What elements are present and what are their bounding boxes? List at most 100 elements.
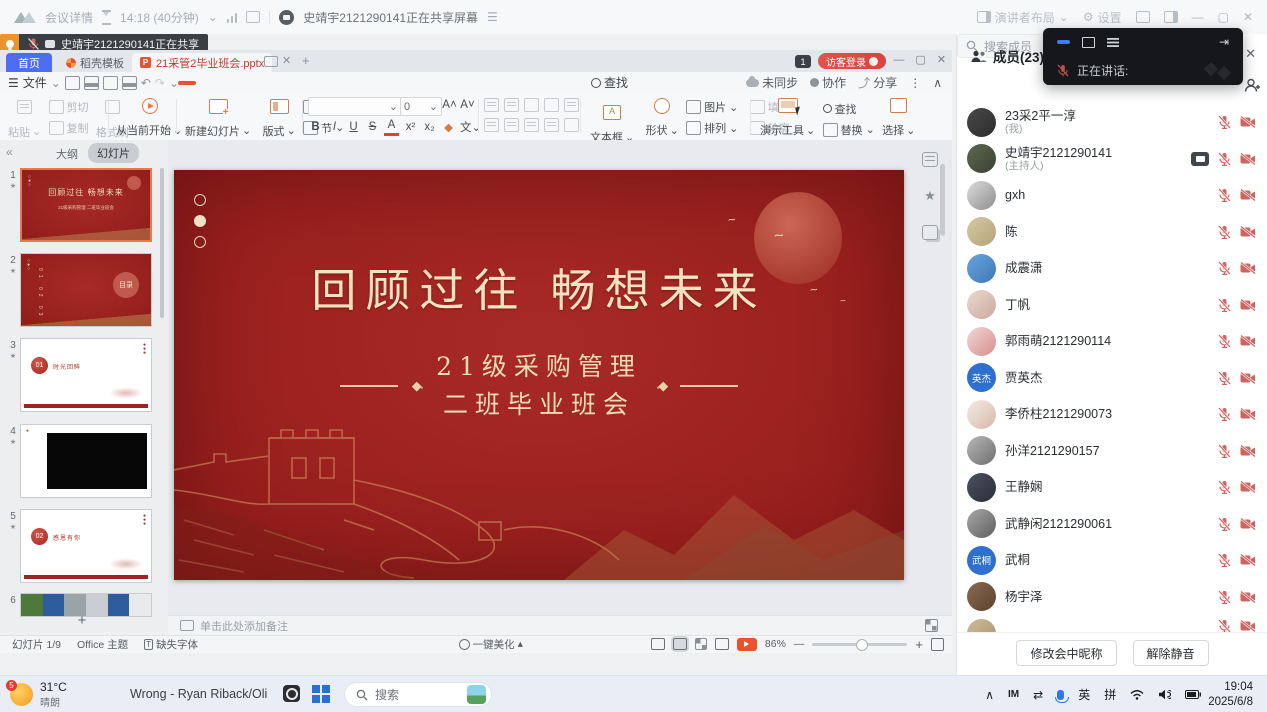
slide-thumbnail-2[interactable]: ○●○ 01 02 03 目录 xyxy=(20,253,152,327)
tray-chevron-icon[interactable]: ∧ xyxy=(978,688,1001,702)
start-button[interactable] xyxy=(312,685,330,703)
mic-muted-icon[interactable] xyxy=(1218,334,1231,348)
mic-muted-icon[interactable] xyxy=(1218,444,1231,458)
member-row[interactable]: 成震潇 xyxy=(957,250,1267,287)
member-row[interactable]: 英杰 贾英杰 xyxy=(957,360,1267,397)
expand-panel-icon[interactable]: ⇥ xyxy=(1219,35,1229,49)
taskbar-clock[interactable]: 19:04 2025/6/8 xyxy=(1208,680,1259,709)
window-maximize-button[interactable]: ▢ xyxy=(1218,10,1229,24)
animation-pane-icon[interactable]: ★ xyxy=(924,188,936,204)
mic-muted-icon[interactable] xyxy=(1218,517,1231,531)
notes-view-icon[interactable] xyxy=(651,638,665,650)
member-row[interactable]: 杨宇泽 xyxy=(957,579,1267,616)
select-button[interactable]: 选择⌄ xyxy=(878,96,919,140)
bold-button[interactable]: B xyxy=(308,119,323,135)
camera-off-icon[interactable] xyxy=(1240,518,1256,530)
beautify-button[interactable]: 一键美化▴ xyxy=(459,637,523,652)
sharing-menu-icon[interactable]: ☰ xyxy=(487,10,498,24)
font-size-select[interactable]: 0⌄ xyxy=(400,97,442,116)
justify-icon[interactable] xyxy=(544,118,559,132)
member-row[interactable]: 陈 xyxy=(957,214,1267,251)
zoom-slider-knob[interactable] xyxy=(856,639,868,651)
outline-tab[interactable]: 大纲 xyxy=(56,146,78,162)
tab-wps-home[interactable]: 首页 xyxy=(6,53,52,72)
text-direction-icon[interactable] xyxy=(564,98,579,112)
weather-widget[interactable]: 5 31°C晴朗 xyxy=(10,680,67,709)
camera-off-icon[interactable] xyxy=(1240,116,1256,128)
missing-fonts-warning[interactable]: T缺失字体 xyxy=(144,637,198,652)
normal-view-icon[interactable] xyxy=(673,638,687,650)
comments-grid-icon[interactable] xyxy=(925,619,938,632)
find-menu-button[interactable]: 查找 xyxy=(585,74,628,91)
ribbon-tab[interactable] xyxy=(278,81,296,85)
mic-muted-icon[interactable] xyxy=(1218,619,1231,632)
replace-button[interactable]: 替换⌄ xyxy=(823,121,875,138)
tab-active-document[interactable]: P 21采管2毕业班会.pptx xyxy=(132,53,272,72)
camera-off-icon[interactable] xyxy=(1240,226,1256,238)
window-minimize-button[interactable]: — xyxy=(1192,10,1204,24)
camera-off-icon[interactable] xyxy=(1240,481,1256,493)
notification-badge[interactable]: 1 xyxy=(795,55,811,68)
ribbon-tab[interactable] xyxy=(318,81,336,85)
mic-muted-icon[interactable] xyxy=(1218,553,1231,567)
mic-muted-icon[interactable] xyxy=(1218,407,1231,421)
mic-muted-icon[interactable] xyxy=(1218,225,1231,239)
mic-muted-icon[interactable] xyxy=(1218,480,1231,494)
battery-icon[interactable] xyxy=(1178,690,1208,699)
undo-icon[interactable]: ↶ xyxy=(141,76,151,90)
editor-scrollbar[interactable] xyxy=(940,164,945,236)
redo-icon[interactable]: ↷ xyxy=(155,76,165,90)
decrease-font-icon[interactable]: A˅ xyxy=(460,97,475,113)
bullets-icon[interactable] xyxy=(484,98,499,112)
increase-font-icon[interactable]: A˄ xyxy=(442,97,457,113)
panel-collapse-icon[interactable]: « xyxy=(6,145,13,159)
fullscreen-icon[interactable] xyxy=(1136,11,1150,23)
slide-layout-button[interactable]: 版式⌄ xyxy=(259,97,300,141)
guest-login-button[interactable]: 访客登录 xyxy=(818,53,886,69)
paste-button[interactable]: 粘贴⌄ xyxy=(4,98,45,142)
slide-canvas[interactable]: ~ ~ ~ ~ 回顾过往 畅想未来 ◆˖ 21级采购管理二班毕业班会 ˖◆ xyxy=(174,170,904,580)
mic-muted-icon[interactable] xyxy=(1057,64,1069,77)
collaborate-button[interactable]: 协作 xyxy=(810,74,846,91)
window-close-button[interactable]: ✕ xyxy=(1243,10,1253,24)
sync-status-button[interactable]: 未同步 xyxy=(746,74,798,91)
wps-close-button[interactable]: ✕ xyxy=(937,53,946,66)
meeting-detail-label[interactable]: 会议详情 xyxy=(45,9,93,26)
print-icon[interactable] xyxy=(84,76,99,90)
zoom-slider[interactable] xyxy=(812,643,907,646)
thumbnail-scrollbar[interactable] xyxy=(160,168,164,318)
tab-comment-icon[interactable] xyxy=(264,56,278,70)
underline-button[interactable]: U xyxy=(346,119,361,135)
camera-off-icon[interactable] xyxy=(1240,554,1256,566)
member-row[interactable]: 郭雨萌2121290114 xyxy=(957,323,1267,360)
slide-title[interactable]: 回顾过往 畅想未来 xyxy=(174,254,904,319)
members-close-icon[interactable]: ✕ xyxy=(1245,46,1256,62)
ime-english-indicator[interactable]: 英 xyxy=(1071,686,1097,703)
timer-caret-icon[interactable]: ⌄ xyxy=(208,10,218,24)
ime-pinyin-indicator[interactable]: 拼 xyxy=(1097,686,1123,703)
arrange-button[interactable]: 排列⌄ xyxy=(686,120,738,137)
member-row[interactable]: 王静娴 xyxy=(957,469,1267,506)
share-button[interactable]: ⤴分享 xyxy=(858,74,897,91)
side-panel-icon[interactable] xyxy=(1164,11,1178,23)
member-row[interactable] xyxy=(957,615,1267,632)
shapes-button[interactable]: 形状⌄ xyxy=(642,96,683,140)
ribbon-tab[interactable] xyxy=(178,81,196,85)
zoom-out-button[interactable]: — xyxy=(794,638,805,650)
ribbon-tab[interactable] xyxy=(338,81,356,85)
camera-off-icon[interactable] xyxy=(1240,591,1256,603)
camera-off-icon[interactable] xyxy=(1240,445,1256,457)
reading-view-icon[interactable] xyxy=(715,638,729,650)
collapse-ribbon-icon[interactable]: ∧ xyxy=(933,76,942,90)
theme-name[interactable]: Office 主题 xyxy=(77,637,128,652)
find-button[interactable]: 查找 xyxy=(823,100,875,117)
wps-restore-button[interactable]: ▢ xyxy=(915,53,925,66)
preview-icon[interactable] xyxy=(122,76,137,90)
music-app-icon[interactable] xyxy=(283,685,300,702)
new-slide-button[interactable]: 新建幻灯片⌄ xyxy=(181,97,255,141)
object-properties-icon[interactable] xyxy=(922,152,938,167)
camera-off-icon[interactable] xyxy=(1240,408,1256,420)
mic-muted-icon[interactable] xyxy=(1218,590,1231,604)
numbering-icon[interactable] xyxy=(504,98,519,112)
slideshow-play-button[interactable] xyxy=(737,638,757,651)
